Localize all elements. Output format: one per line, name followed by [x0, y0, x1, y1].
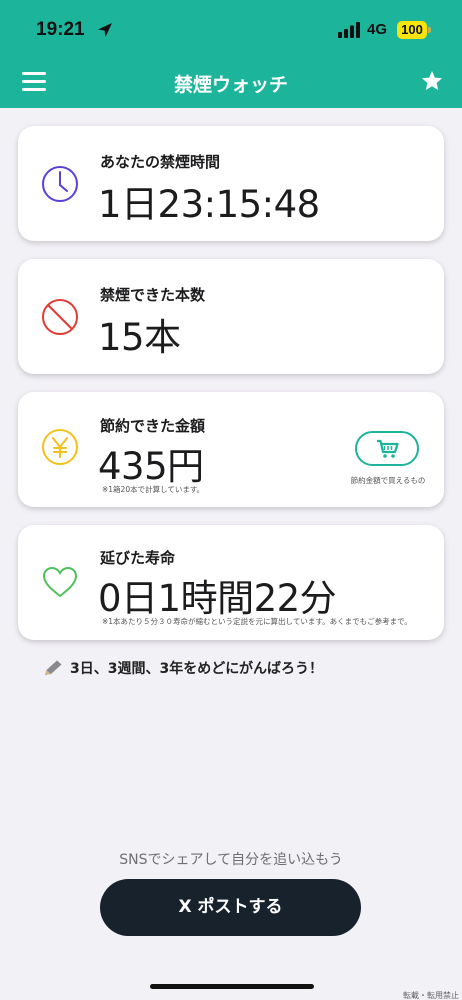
cart-caption: 節約金額で買えるもの — [350, 476, 426, 485]
nav-bar: 禁煙ウォッチ — [0, 60, 462, 108]
cellular-signal-icon — [338, 22, 360, 38]
pencil-icon — [45, 660, 62, 675]
status-time: 19:21 — [36, 19, 85, 40]
copyright-notice: 転載・転用禁止 — [403, 991, 459, 1000]
cigarette-count-card: 禁煙できた本数 15本 — [18, 259, 444, 374]
star-icon[interactable] — [420, 69, 444, 93]
network-type: 4G — [367, 21, 388, 38]
x-post-button[interactable]: X ポストする — [100, 879, 361, 936]
cigarette-count-value: 15本 — [98, 316, 181, 359]
extended-life-label: 延びた寿命 — [100, 549, 176, 567]
shopping-cart-button[interactable] — [355, 431, 419, 466]
saved-money-value: 435円 — [98, 445, 204, 488]
encouragement-text: 3日、3週間、3年をめどにがんばろう！ — [70, 661, 323, 677]
location-arrow-icon — [98, 23, 112, 37]
app-title: 禁煙ウォッチ — [173, 74, 288, 96]
extended-life-value: 0日1時間22分 — [98, 577, 337, 620]
share-caption: SNSでシェアして自分を追い込もう — [119, 852, 343, 868]
home-indicator[interactable] — [150, 984, 314, 989]
status-bar: 19:21 4G 100 — [0, 0, 462, 60]
app-header: 19:21 4G 100 禁煙ウォッチ — [0, 0, 462, 108]
battery-icon: 100 — [397, 21, 431, 39]
battery-percent: 100 — [401, 22, 423, 37]
extended-life-card: 延びた寿命 0日1時間22分 ※1本あたり５分３０寿命が縮むという定説を元に算出… — [18, 525, 444, 640]
quit-time-label: あなたの禁煙時間 — [100, 153, 221, 171]
quit-time-card: あなたの禁煙時間 1日23:15:48 — [18, 126, 444, 241]
saved-money-label: 節約できた金額 — [100, 417, 206, 435]
shopping-cart-icon — [377, 439, 399, 458]
extended-life-note: ※1本あたり５分３０寿命が縮むという定説を元に算出しています。あくまでもご参考ま… — [102, 617, 412, 626]
quit-time-value: 1日23:15:48 — [98, 183, 320, 226]
saved-money-card: 節約できた金額 435円 ※1箱20本で計算しています。 節約金額で買えるもの — [18, 392, 444, 507]
saved-money-note: ※1箱20本で計算しています。 — [102, 485, 205, 494]
yen-icon — [42, 429, 78, 465]
clock-icon — [42, 166, 78, 202]
cigarette-count-label: 禁煙できた本数 — [100, 286, 206, 304]
prohibited-icon — [42, 299, 78, 335]
heart-icon — [42, 566, 78, 598]
